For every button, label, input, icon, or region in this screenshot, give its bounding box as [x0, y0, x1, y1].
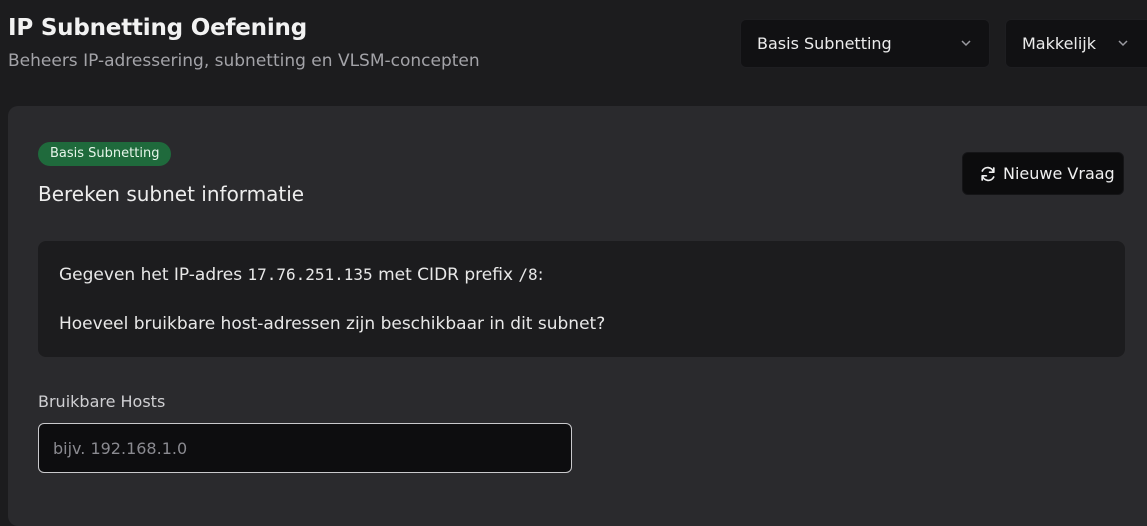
question-prompt: Hoeveel bruikbare host-adressen zijn bes… — [59, 314, 606, 334]
page-title: IP Subnetting Oefening — [8, 15, 307, 41]
new-question-button[interactable]: Nieuwe Vraag — [962, 152, 1124, 195]
ip-address: 17.76.251.135 — [247, 265, 373, 284]
category-badge: Basis Subnetting — [38, 142, 172, 166]
page-header: IP Subnetting Oefening Beheers IP-adress… — [0, 0, 1147, 100]
subnetting-type-select[interactable]: Basis Subnetting — [740, 19, 990, 68]
usable-hosts-label: Bruikbare Hosts — [38, 392, 166, 411]
question-box: Gegeven het IP-adres 17.76.251.135 met C… — [38, 241, 1125, 357]
question-suffix: : — [537, 265, 544, 285]
chevron-down-icon — [961, 40, 971, 47]
chevron-down-icon — [1118, 40, 1128, 47]
cidr-prefix: /8 — [518, 265, 538, 284]
page-subtitle: Beheers IP-adressering, subnetting en VL… — [8, 51, 480, 71]
question-statement: Gegeven het IP-adres 17.76.251.135 met C… — [59, 265, 543, 285]
exercise-title: Bereken subnet informatie — [38, 182, 305, 206]
usable-hosts-input[interactable] — [38, 423, 572, 473]
question-prefix: Gegeven het IP-adres — [59, 265, 248, 285]
refresh-icon — [981, 166, 995, 181]
new-question-label: Nieuwe Vraag — [1003, 164, 1115, 183]
subnetting-type-value: Basis Subnetting — [757, 34, 892, 53]
question-middle: met CIDR prefix — [372, 265, 519, 285]
difficulty-value: Makkelijk — [1022, 34, 1097, 53]
difficulty-select[interactable]: Makkelijk — [1005, 19, 1147, 68]
